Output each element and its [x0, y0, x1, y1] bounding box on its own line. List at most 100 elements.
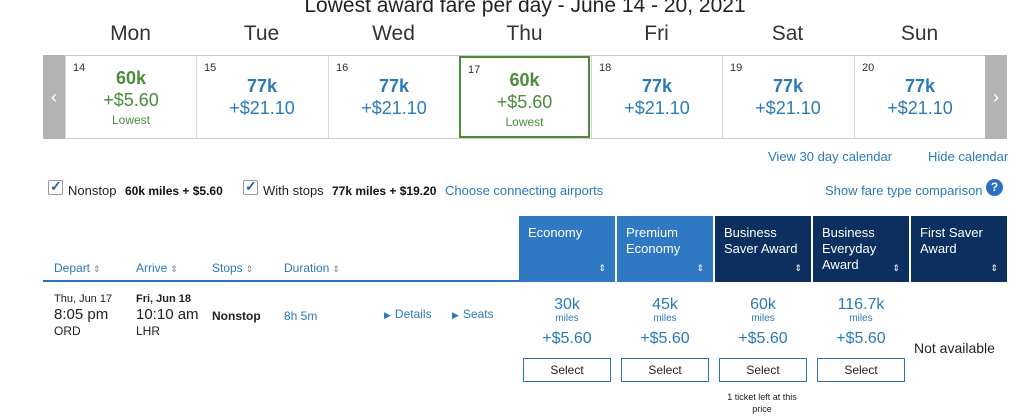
day-miles: 77k: [772, 76, 804, 96]
calendar-day-19[interactable]: 19 77k +$21.10: [722, 56, 853, 138]
calendar-day-16[interactable]: 16 77k +$21.10: [328, 56, 459, 138]
first-saver-not-available: Not available: [914, 340, 995, 356]
day-name-mon: Mon: [110, 22, 151, 45]
day-miles: 77k: [246, 76, 278, 96]
depart-airport: ORD: [54, 324, 81, 338]
calendar-day-20[interactable]: 20 77k +$21.10: [854, 56, 985, 138]
fare-header-line: Everyday: [822, 241, 877, 256]
stops-label: Stops: [212, 261, 243, 275]
with-stops-price: 77k miles + $19.20: [332, 184, 437, 198]
fare-header-line: Award: [920, 241, 957, 256]
triangle-right-icon: ▶: [452, 310, 459, 320]
calendar-title: Lowest award fare per day - June 14 - 20…: [304, 0, 746, 17]
sort-arrows-icon: ⇕: [990, 263, 998, 273]
day-miles: 60k: [115, 68, 147, 88]
day-number: 15: [204, 62, 217, 74]
nonstop-label: Nonstop: [68, 183, 117, 198]
price-miles: 30k: [554, 296, 580, 313]
price-miles: 60k: [750, 296, 776, 313]
view-30-day-calendar-link[interactable]: View 30 day calendar: [768, 149, 892, 164]
stops-value: Nonstop: [212, 309, 261, 323]
price-tax: +$5.60: [640, 330, 690, 347]
price-miles: 45k: [652, 296, 678, 313]
fare-header-line: Saver Award: [724, 241, 798, 256]
sort-arrows-icon: ⇕: [245, 264, 254, 274]
calendar-day-18[interactable]: 18 77k +$21.10: [591, 56, 722, 138]
day-name-sun: Sun: [900, 22, 939, 45]
price-tax: +$5.60: [738, 330, 788, 347]
day-tax: +$21.10: [361, 98, 427, 118]
day-miles: 77k: [904, 76, 936, 96]
price-unit: miles: [849, 313, 873, 324]
fare-header-business-everyday[interactable]: Business Everyday Award ⇕: [813, 216, 909, 282]
price-tax: +$5.60: [542, 330, 592, 347]
choose-connecting-airports-link[interactable]: Choose connecting airports: [445, 183, 603, 198]
seats-link[interactable]: ▶ Seats: [452, 307, 494, 321]
price-unit: miles: [653, 313, 677, 324]
details-label: Details: [394, 307, 432, 321]
day-tax: +$5.60: [496, 92, 553, 112]
hide-calendar-link[interactable]: Hide calendar: [928, 149, 1008, 164]
lowest-label: Lowest: [505, 115, 544, 129]
depart-date: Thu, Jun 17: [54, 293, 113, 305]
calendar-day-17[interactable]: 17 60k +$5.60 Lowest: [459, 56, 590, 138]
lowest-label: Lowest: [111, 113, 151, 127]
fare-header-line: Economy: [626, 241, 681, 256]
sort-arrows-icon: ⇕: [598, 263, 606, 273]
fare-header-line: Business: [724, 225, 777, 240]
select-business-everyday-button[interactable]: Select: [817, 358, 905, 382]
day-tax: +$21.10: [887, 98, 953, 118]
fare-header-first-saver[interactable]: First Saver Award ⇕: [911, 216, 1007, 282]
triangle-right-icon: ▶: [384, 310, 391, 320]
price-unit: miles: [751, 313, 775, 324]
day-name-sat: Sat: [771, 22, 804, 45]
calendar-day-14[interactable]: 14 60k +$5.60 Lowest: [65, 56, 196, 138]
arrive-column-header[interactable]: Arrive ⇕: [136, 261, 178, 275]
stops-column-header[interactable]: Stops ⇕: [212, 261, 253, 275]
select-business-saver-button[interactable]: Select: [719, 358, 807, 382]
sort-arrows-icon: ⇕: [892, 263, 900, 273]
day-tax: +$21.10: [755, 98, 821, 118]
question-circle-icon[interactable]: ?: [986, 179, 1003, 196]
depart-column-header[interactable]: Depart ⇕: [54, 261, 101, 275]
fare-header-line: First Saver: [920, 225, 983, 240]
fare-header-line: Premium: [626, 225, 679, 240]
sort-arrows-icon: ⇕: [170, 264, 178, 274]
price-miles: 116.7k: [837, 296, 885, 313]
arrive-airport: LHR: [136, 324, 161, 338]
nonstop-price: 60k miles + $5.60: [125, 184, 223, 198]
nonstop-checkbox[interactable]: [48, 178, 63, 195]
fare-header-business-saver[interactable]: Business Saver Award ⇕: [715, 216, 811, 282]
chevron-left-icon[interactable]: ‹: [43, 55, 65, 139]
select-economy-button[interactable]: Select: [523, 358, 611, 382]
day-miles: 77k: [378, 76, 410, 96]
sort-arrows-icon: ⇕: [332, 264, 340, 274]
day-miles: 60k: [509, 70, 540, 90]
fare-calendar: ‹ 14 60k +$5.60 Lowest 15 77k +$21.10 16…: [43, 55, 1007, 139]
day-header-row: Mon Tue Wed Thu Fri Sat Sun: [43, 22, 1007, 50]
duration-column-header[interactable]: Duration ⇕: [284, 261, 340, 275]
details-link[interactable]: ▶ Details: [384, 307, 432, 321]
fare-header-line: Business: [822, 225, 875, 240]
with-stops-checkbox[interactable]: [243, 178, 258, 195]
show-fare-type-comparison-link[interactable]: Show fare type comparison: [825, 183, 983, 198]
day-number: 18: [599, 62, 612, 74]
chevron-right-icon[interactable]: ›: [985, 55, 1007, 139]
price-business-saver: 60k miles +$5.60: [715, 296, 811, 348]
fare-header-economy[interactable]: Economy ⇕: [519, 216, 615, 282]
day-tax: +$21.10: [229, 98, 295, 118]
price-unit: miles: [555, 313, 579, 324]
day-number: 16: [336, 62, 349, 74]
calendar-day-15[interactable]: 15 77k +$21.10: [196, 56, 327, 138]
arrive-date: Fri, Jun 18: [136, 293, 192, 305]
duration-value: 8h 5m: [284, 309, 318, 323]
day-miles: 77k: [641, 76, 673, 96]
day-tax: +$5.60: [103, 90, 159, 110]
fare-header-line: Economy: [528, 225, 583, 240]
day-number: 20: [862, 62, 875, 74]
price-tax: +$5.60: [836, 330, 886, 347]
seats-label: Seats: [462, 307, 494, 321]
select-premium-economy-button[interactable]: Select: [621, 358, 709, 382]
fare-header-premium-economy[interactable]: Premium Economy ⇕: [617, 216, 713, 282]
arrive-time: 10:10 am: [136, 306, 199, 323]
